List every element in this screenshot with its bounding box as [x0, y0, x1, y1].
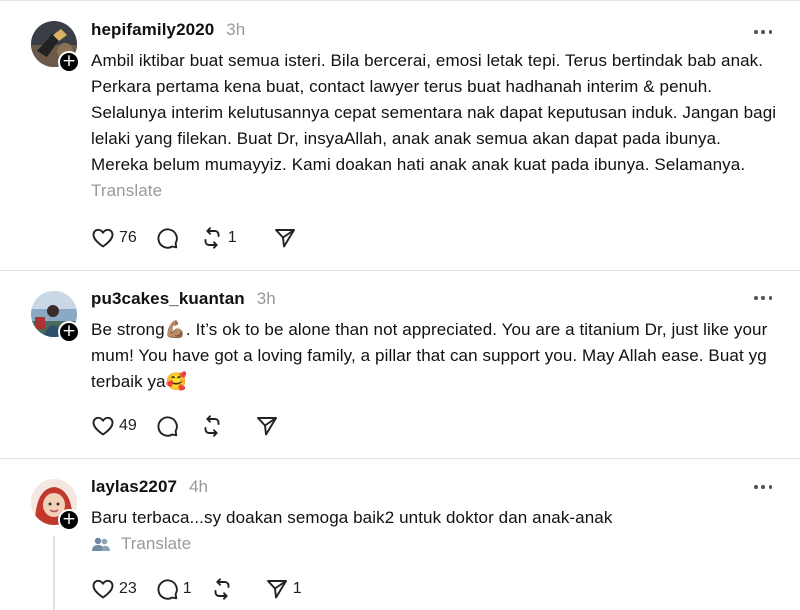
reply-button[interactable] [155, 414, 179, 438]
heart-icon [92, 416, 114, 436]
like-button[interactable]: 23 [91, 577, 137, 601]
reply-count: 1 [182, 580, 192, 597]
heart-icon [92, 228, 114, 248]
avatar-wrapper: + [31, 21, 80, 73]
more-horizontal-icon[interactable] [754, 293, 772, 303]
repost-button[interactable] [210, 577, 234, 601]
top-divider [0, 0, 800, 1]
repost-icon [204, 227, 220, 249]
username[interactable]: hepifamily2020 [91, 20, 214, 40]
post-header: pu3cakes_kuantan 3h [91, 289, 276, 313]
more-horizontal-icon[interactable] [754, 27, 772, 37]
follow-plus-icon[interactable]: + [58, 509, 80, 531]
translate-link[interactable]: Translate [91, 181, 162, 200]
like-button[interactable]: 76 [91, 226, 137, 250]
more-horizontal-icon[interactable] [754, 482, 772, 492]
send-icon [256, 417, 277, 436]
repost-count: 1 [227, 229, 237, 246]
action-bar: 76 1 [91, 226, 297, 250]
repost-button[interactable] [200, 414, 224, 438]
people-icon [92, 537, 110, 551]
username[interactable]: laylas2207 [91, 477, 177, 497]
post-text: Ambil iktibar buat semua isteri. Bila be… [91, 51, 777, 174]
post-header: laylas2207 4h [91, 477, 208, 501]
repost-button[interactable]: 1 [200, 226, 237, 250]
post-divider [0, 458, 800, 459]
thread-line [53, 536, 55, 610]
translate-link[interactable]: Translate [91, 534, 191, 554]
timestamp: 3h [256, 289, 276, 308]
comment-icon [157, 416, 178, 437]
comment-icon [157, 228, 178, 249]
share-button[interactable] [255, 414, 279, 438]
action-bar: 49 [91, 414, 279, 438]
timestamp: 3h [226, 20, 246, 39]
post-text-container: Be strong💪🏽. It’s ok to be alone than no… [91, 317, 781, 395]
like-count: 49 [119, 417, 137, 434]
post-text: Baru terbaca...sy doakan semoga baik2 un… [91, 508, 613, 527]
like-button[interactable]: 49 [91, 414, 137, 438]
reply-button[interactable]: 1 [155, 577, 192, 601]
repost-icon [204, 415, 220, 437]
reply-button[interactable] [155, 226, 179, 250]
timestamp: 4h [189, 477, 209, 496]
repost-icon [214, 578, 230, 600]
share-button[interactable] [273, 226, 297, 250]
post-text-container: Ambil iktibar buat semua isteri. Bila be… [91, 48, 781, 204]
follow-plus-icon[interactable]: + [58, 321, 80, 343]
follow-plus-icon[interactable]: + [58, 51, 80, 73]
send-icon [274, 229, 295, 248]
avatar-wrapper: + [31, 479, 80, 531]
replies-feed: + hepifamily2020 3h Ambil iktibar buat s… [0, 0, 800, 610]
post-header: hepifamily2020 3h [91, 20, 245, 44]
avatar-wrapper: + [31, 291, 80, 343]
post-text-container: Baru terbaca...sy doakan semoga baik2 un… [91, 505, 781, 531]
share-count: 1 [292, 580, 302, 597]
username[interactable]: pu3cakes_kuantan [91, 289, 245, 309]
post-divider [0, 270, 800, 271]
like-count: 23 [119, 580, 137, 597]
share-button[interactable]: 1 [265, 577, 302, 601]
heart-icon [92, 579, 114, 599]
post-text: Be strong💪🏽. It’s ok to be alone than no… [91, 320, 768, 391]
like-count: 76 [119, 229, 137, 246]
translate-label: Translate [121, 534, 192, 553]
comment-icon [157, 579, 178, 600]
action-bar: 23 1 1 [91, 577, 302, 601]
send-icon [266, 580, 287, 599]
